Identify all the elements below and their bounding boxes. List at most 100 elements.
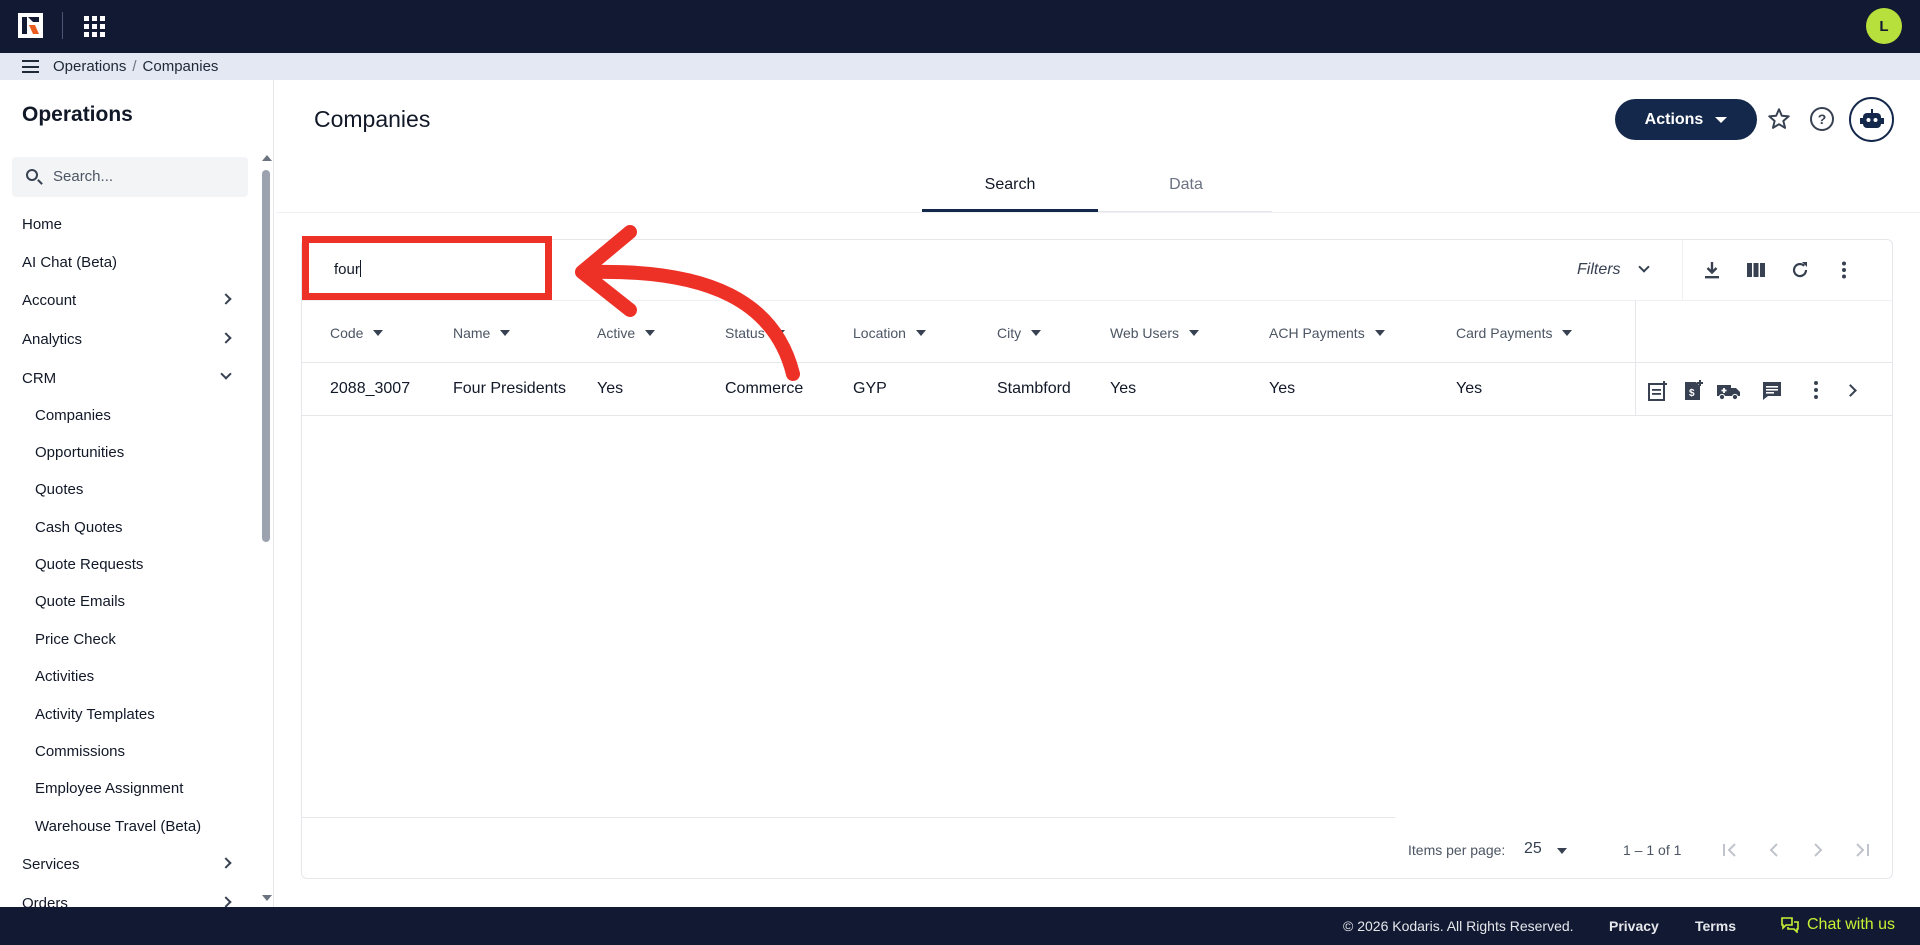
sidebar-item-account[interactable]: Account: [22, 292, 76, 309]
column-header-code[interactable]: Code: [330, 325, 384, 341]
avatar[interactable]: L: [1866, 8, 1902, 44]
actions-button[interactable]: Actions: [1615, 99, 1757, 140]
column-header-name[interactable]: Name: [453, 325, 511, 341]
scroll-down-arrow[interactable]: [262, 895, 272, 901]
sidebar-item-quote-requests[interactable]: Quote Requests: [35, 556, 143, 573]
sort-caret-icon: [1031, 330, 1042, 336]
help-icon[interactable]: ?: [1810, 107, 1834, 131]
next-page-icon[interactable]: [1806, 838, 1830, 862]
svg-text:$: $: [1689, 388, 1695, 399]
pager-range: 1 – 1 of 1: [1623, 842, 1682, 858]
cell-code: 2088_3007: [330, 380, 411, 397]
caret-down-icon: [1715, 116, 1728, 123]
breadcrumb-item-operations[interactable]: Operations: [53, 58, 126, 75]
add-invoice-icon[interactable]: $: [1682, 380, 1704, 402]
table-horizontal-scrollbar[interactable]: [302, 817, 1395, 818]
sidebar-search-placeholder: Search...: [53, 168, 114, 185]
comment-icon[interactable]: [1761, 380, 1783, 402]
columns-icon[interactable]: [1745, 259, 1767, 281]
column-header-card-payments[interactable]: Card Payments: [1456, 325, 1573, 341]
items-per-page-label: Items per page:: [1408, 842, 1506, 858]
column-header-web-users[interactable]: Web Users: [1110, 325, 1199, 341]
tabs: Search Data: [922, 162, 1272, 212]
more-vert-icon[interactable]: [1833, 259, 1855, 281]
sidebar-item-opportunities[interactable]: Opportunities: [35, 444, 124, 461]
sort-caret-icon: [373, 330, 384, 336]
sidebar-item-quote-emails[interactable]: Quote Emails: [35, 593, 125, 610]
chat-with-us-button[interactable]: Chat with us: [1781, 916, 1895, 934]
sidebar-item-employee-assignment[interactable]: Employee Assignment: [35, 780, 183, 797]
refresh-icon[interactable]: [1789, 259, 1811, 281]
chevron-right-icon: [220, 896, 232, 907]
sidebar-item-analytics[interactable]: Analytics: [22, 331, 82, 348]
items-per-page-select[interactable]: 25: [1524, 840, 1542, 858]
sidebar-item-crm[interactable]: CRM: [22, 370, 56, 387]
breadcrumb-item-companies: Companies: [142, 58, 219, 75]
sidebar-item-commissions[interactable]: Commissions: [35, 743, 125, 760]
chevron-down-icon: [220, 368, 232, 380]
divider: [1682, 240, 1683, 300]
assistant-bot-icon[interactable]: [1849, 97, 1894, 142]
sort-caret-icon: [1374, 330, 1385, 336]
column-header-ach-payments[interactable]: ACH Payments: [1269, 325, 1385, 341]
sidebar-item-orders[interactable]: Orders: [22, 895, 68, 907]
sidebar-item-activities[interactable]: Activities: [35, 668, 94, 685]
menu-icon[interactable]: [22, 60, 39, 73]
column-header-location[interactable]: Location: [853, 325, 926, 341]
sidebar-title: Operations: [22, 103, 133, 126]
sort-caret-icon: [1188, 330, 1199, 336]
row-more-icon[interactable]: [1814, 381, 1818, 399]
tab-search[interactable]: Search: [922, 176, 1098, 194]
terms-link[interactable]: Terms: [1695, 918, 1736, 934]
cell-active: Yes: [597, 380, 624, 397]
sidebar-item-home[interactable]: Home: [22, 216, 62, 233]
column-header-active[interactable]: Active: [597, 325, 656, 341]
truck-icon[interactable]: [1716, 380, 1742, 402]
add-note-icon[interactable]: [1647, 380, 1669, 402]
search-input-value: four: [334, 260, 361, 278]
apps-grid-icon[interactable]: [84, 16, 105, 37]
sidebar-search-input[interactable]: Search...: [12, 157, 248, 197]
sidebar-item-services[interactable]: Services: [22, 856, 80, 873]
chat-label: Chat with us: [1807, 916, 1896, 933]
column-header-city[interactable]: City: [997, 325, 1042, 341]
sidebar-item-quotes[interactable]: Quotes: [35, 481, 83, 498]
kodaris-logo[interactable]: [18, 13, 43, 38]
column-header-status[interactable]: Status: [725, 325, 785, 341]
sidebar-scrollbar[interactable]: [262, 170, 270, 542]
sidebar-item-price-check[interactable]: Price Check: [35, 631, 116, 648]
sort-caret-icon: [500, 330, 511, 336]
sort-caret-icon: [774, 330, 785, 336]
sidebar-item-cash-quotes[interactable]: Cash Quotes: [35, 519, 123, 536]
sidebar-item-ai-chat[interactable]: AI Chat (Beta): [22, 254, 117, 271]
chevron-right-icon: [220, 332, 232, 344]
last-page-icon[interactable]: [1850, 838, 1874, 862]
cell-ach-payments: Yes: [1269, 380, 1296, 397]
privacy-link[interactable]: Privacy: [1609, 918, 1659, 934]
sidebar-item-warehouse-travel[interactable]: Warehouse Travel (Beta): [35, 818, 201, 835]
sidebar-item-activity-templates[interactable]: Activity Templates: [35, 706, 155, 723]
scroll-up-arrow[interactable]: [262, 155, 272, 161]
breadcrumb: Operations / Companies: [53, 58, 218, 75]
filters-button[interactable]: Filters: [1577, 261, 1621, 279]
cell-card-payments: Yes: [1456, 380, 1483, 397]
search-input[interactable]: four: [302, 236, 552, 300]
page-title: Companies: [314, 106, 431, 132]
cell-name: Four Presidents: [453, 380, 566, 397]
previous-page-icon[interactable]: [1762, 838, 1786, 862]
sidebar-item-companies[interactable]: Companies: [35, 407, 111, 424]
first-page-icon[interactable]: [1718, 838, 1742, 862]
breadcrumb-bar: Operations / Companies: [0, 53, 1920, 80]
chevron-right-icon: [220, 857, 232, 869]
top-bar: L: [0, 0, 1920, 53]
chat-icon: [1781, 917, 1799, 933]
cell-city: Stambford: [997, 380, 1071, 397]
tab-data[interactable]: Data: [1098, 176, 1274, 194]
breadcrumb-separator: /: [132, 58, 137, 75]
sort-caret-icon: [645, 330, 656, 336]
copyright-text: © 2026 Kodaris. All Rights Reserved.: [1343, 918, 1574, 934]
cell-location: GYP: [853, 380, 887, 397]
star-icon[interactable]: [1766, 106, 1792, 132]
cell-web-users: Yes: [1110, 380, 1137, 397]
download-icon[interactable]: [1701, 259, 1723, 281]
